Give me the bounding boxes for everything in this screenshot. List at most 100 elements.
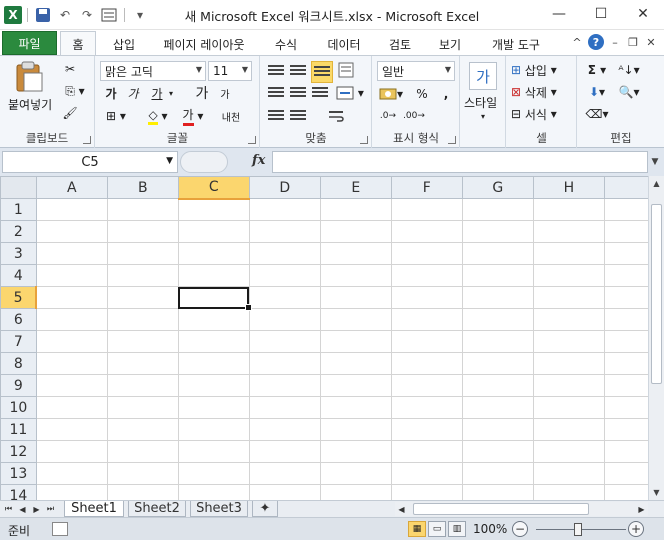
cell-D12[interactable]	[248, 440, 321, 463]
format-cells-button[interactable]: ⊟ 서식 ▾	[511, 105, 573, 123]
macro-record-icon[interactable]	[52, 522, 68, 536]
cell-E3[interactable]	[319, 242, 392, 265]
minimize-button[interactable]: —	[538, 0, 580, 28]
bold-button[interactable]: 가	[102, 84, 120, 102]
cell-B1[interactable]	[106, 198, 179, 221]
cell-G2[interactable]	[461, 220, 534, 243]
cell-G3[interactable]	[461, 242, 534, 265]
cell-G6[interactable]	[461, 308, 534, 331]
cell-H13[interactable]	[532, 462, 605, 485]
cell-B11[interactable]	[106, 418, 179, 441]
cell-E4[interactable]	[319, 264, 392, 287]
cell-A14[interactable]	[35, 484, 108, 500]
row-header[interactable]: 3	[0, 242, 37, 265]
row-header[interactable]: 8	[0, 352, 37, 375]
cell-D8[interactable]	[248, 352, 321, 375]
cell-G7[interactable]	[461, 330, 534, 353]
cell-B4[interactable]	[106, 264, 179, 287]
row-header[interactable]: 2	[0, 220, 37, 243]
cell-D1[interactable]	[248, 198, 321, 221]
cell-G9[interactable]	[461, 374, 534, 397]
align-top-icon[interactable]	[267, 62, 285, 80]
cell-G8[interactable]	[461, 352, 534, 375]
doc-restore-icon[interactable]: ❐	[626, 35, 640, 49]
last-sheet-icon[interactable]: ⏭	[44, 502, 57, 516]
cell-B12[interactable]	[106, 440, 179, 463]
shrink-font-button[interactable]: 가	[216, 84, 234, 102]
name-box-dropdown-icon[interactable]: ▼	[166, 156, 173, 166]
customize-qat-button[interactable]: ▾	[130, 5, 150, 25]
cell-B8[interactable]	[106, 352, 179, 375]
decrease-decimal-icon[interactable]: .00→	[403, 107, 425, 125]
scroll-right-icon[interactable]: ▶	[635, 502, 648, 516]
copy-icon[interactable]: ⎘ ▾	[60, 82, 90, 100]
underline-button[interactable]: 가	[148, 84, 166, 102]
redo-button[interactable]: ↷	[77, 5, 97, 25]
close-button[interactable]: ✕	[622, 0, 664, 28]
cell-B9[interactable]	[106, 374, 179, 397]
clear-icon[interactable]: ⌫▾	[582, 105, 612, 123]
normal-view-icon[interactable]: ▦	[408, 521, 426, 537]
cell-F2[interactable]	[390, 220, 463, 243]
cell-D4[interactable]	[248, 264, 321, 287]
cell-A9[interactable]	[35, 374, 108, 397]
cell-E14[interactable]	[319, 484, 392, 500]
row-header[interactable]: 10	[0, 396, 37, 419]
sheet-tab-3[interactable]: Sheet3	[190, 501, 248, 517]
cell-H3[interactable]	[532, 242, 605, 265]
next-sheet-icon[interactable]: ▶	[30, 502, 43, 516]
cell-G13[interactable]	[461, 462, 534, 485]
cell-G4[interactable]	[461, 264, 534, 287]
font-size-select[interactable]: 11 ▼	[208, 61, 252, 81]
cell-H4[interactable]	[532, 264, 605, 287]
column-header[interactable]: A	[35, 176, 108, 199]
cell-F13[interactable]	[390, 462, 463, 485]
cell-C14[interactable]	[177, 484, 250, 500]
fill-icon[interactable]: ⬇ ▾	[582, 83, 612, 101]
row-header[interactable]: 11	[0, 418, 37, 441]
cell-H11[interactable]	[532, 418, 605, 441]
column-header[interactable]: F	[390, 176, 463, 199]
cell-F8[interactable]	[390, 352, 463, 375]
cell-A10[interactable]	[35, 396, 108, 419]
help-icon[interactable]: ?	[588, 34, 604, 50]
vertical-scrollbar[interactable]: ▲ ▼	[648, 176, 664, 500]
insert-sheet-icon[interactable]: ✦	[252, 501, 278, 517]
cell-C3[interactable]	[177, 242, 250, 265]
page-break-view-icon[interactable]: ▥	[448, 521, 466, 537]
cell-B10[interactable]	[106, 396, 179, 419]
cell-C11[interactable]	[177, 418, 250, 441]
delete-cells-button[interactable]: ⊠ 삭제 ▾	[511, 83, 573, 101]
save-button[interactable]	[33, 5, 53, 25]
column-header[interactable]: B	[106, 176, 179, 199]
cell-D10[interactable]	[248, 396, 321, 419]
cell-E6[interactable]	[319, 308, 392, 331]
phonetic-button[interactable]: 내천	[218, 107, 244, 125]
cell-E1[interactable]	[319, 198, 392, 221]
cell-H10[interactable]	[532, 396, 605, 419]
align-middle-icon[interactable]	[289, 62, 307, 80]
cell-A13[interactable]	[35, 462, 108, 485]
cell-G1[interactable]	[461, 198, 534, 221]
increase-decimal-icon[interactable]: .0→	[377, 107, 399, 125]
row-header[interactable]: 13	[0, 462, 37, 485]
scroll-down-icon[interactable]: ▼	[649, 485, 664, 500]
tab-formulas[interactable]: 수식	[266, 33, 306, 55]
font-name-select[interactable]: 맑은 고딕 ▼	[100, 61, 206, 81]
cell-A11[interactable]	[35, 418, 108, 441]
cell-H5[interactable]	[532, 286, 605, 309]
currency-icon[interactable]: ▾	[377, 85, 405, 103]
clipboard-launcher-icon[interactable]	[83, 136, 91, 144]
column-header[interactable]: H	[532, 176, 605, 199]
page-layout-view-icon[interactable]: ▭	[428, 521, 446, 537]
zoom-out-button[interactable]: −	[512, 521, 528, 537]
paste-icon[interactable]	[10, 60, 48, 94]
cell-F4[interactable]	[390, 264, 463, 287]
cell-H2[interactable]	[532, 220, 605, 243]
column-header[interactable]: G	[461, 176, 534, 199]
styles-icon[interactable]: 가	[469, 62, 497, 90]
styles-dropdown-icon[interactable]: ▾	[477, 110, 489, 122]
cell-B14[interactable]	[106, 484, 179, 500]
cell-A7[interactable]	[35, 330, 108, 353]
insert-cells-button[interactable]: ⊞ 삽입 ▾	[511, 61, 573, 79]
